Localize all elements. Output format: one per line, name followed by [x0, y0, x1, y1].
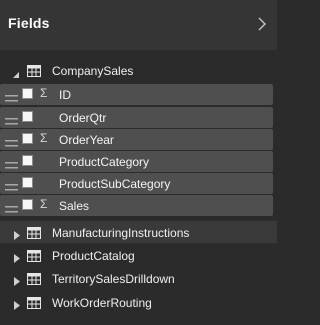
collapsed-arrow-icon[interactable] [14, 250, 20, 263]
table-name: WorkOrderRouting [52, 296, 152, 310]
field-row-productsubcategory[interactable]: ProductSubCategory [0, 173, 273, 194]
field-row-id[interactable]: Σ ID [0, 84, 273, 105]
table-name: TerritorySalesDrilldown [52, 272, 175, 286]
chevron-right-icon [258, 17, 266, 31]
collapse-pane-button[interactable] [255, 13, 269, 35]
drag-handle-icon[interactable] [5, 201, 18, 213]
field-label: OrderQtr [59, 111, 107, 125]
field-label: ProductSubCategory [59, 177, 171, 191]
table-item-territorysalesdrilldown[interactable]: TerritorySalesDrilldown [0, 267, 277, 289]
table-name: ProductCatalog [52, 249, 135, 263]
drag-handle-icon[interactable] [5, 113, 18, 125]
field-checkbox[interactable] [22, 133, 33, 144]
field-label: ID [59, 88, 71, 102]
drag-handle-icon[interactable] [5, 179, 18, 191]
pane-title: Fields [8, 15, 50, 31]
table-icon [27, 64, 41, 77]
drag-handle-icon[interactable] [5, 90, 18, 102]
table-icon [27, 249, 41, 262]
field-label: Sales [59, 199, 90, 213]
sigma-icon: Σ [40, 197, 48, 211]
fields-pane: Fields CompanySales Σ ID OrderQtr Σ Orde… [0, 0, 277, 325]
sigma-icon: Σ [40, 131, 48, 145]
field-label: ProductCategory [59, 155, 150, 169]
table-name: CompanySales [52, 64, 134, 78]
field-checkbox[interactable] [22, 177, 33, 188]
table-item-manufacturinginstructions[interactable]: ManufacturingInstructions [0, 221, 277, 243]
field-checkbox[interactable] [22, 88, 33, 99]
collapsed-arrow-icon[interactable] [14, 273, 20, 286]
drag-handle-icon[interactable] [5, 157, 18, 169]
collapsed-arrow-icon[interactable] [14, 297, 20, 310]
drag-handle-icon[interactable] [5, 135, 18, 147]
table-item-companysales[interactable]: CompanySales [0, 59, 277, 81]
sigma-icon: Σ [40, 86, 48, 100]
field-row-sales[interactable]: Σ Sales [0, 195, 273, 216]
field-row-orderyear[interactable]: Σ OrderYear [0, 129, 273, 150]
table-item-workorderrouting[interactable]: WorkOrderRouting [0, 291, 277, 313]
field-checkbox[interactable] [22, 155, 33, 166]
field-checkbox[interactable] [22, 111, 33, 122]
collapsed-arrow-icon[interactable] [14, 227, 20, 240]
fields-pane-header: Fields [0, 0, 277, 50]
table-icon [27, 272, 41, 285]
field-row-productcategory[interactable]: ProductCategory [0, 151, 273, 172]
table-item-productcatalog[interactable]: ProductCatalog [0, 244, 277, 266]
expanded-arrow-icon[interactable] [12, 66, 20, 78]
table-icon [27, 296, 41, 309]
field-label: OrderYear [59, 133, 114, 147]
table-icon [27, 226, 41, 239]
table-name: ManufacturingInstructions [52, 226, 190, 240]
field-row-orderqtr[interactable]: OrderQtr [0, 107, 273, 128]
field-checkbox[interactable] [22, 199, 33, 210]
